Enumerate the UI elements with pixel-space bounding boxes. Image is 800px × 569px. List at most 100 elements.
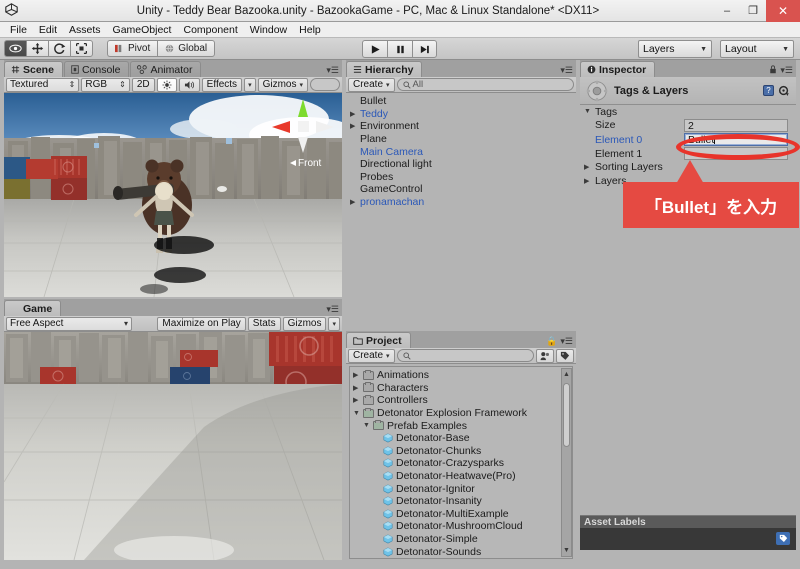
project-item-detonator-chunks[interactable]: Detonator-Chunks [350,445,572,458]
scene-gizmos-dropdown[interactable]: Gizmos ▾ [257,77,308,92]
hierarchy-item-pronamachan[interactable]: ▶ pronamachan [346,196,576,209]
scene-tab-menu[interactable]: ▾☰ [326,66,339,75]
tags-size-input[interactable]: 2 [684,118,788,132]
layout-dropdown[interactable]: Layout ▼ [720,40,794,58]
aspect-dropdown[interactable]: Free Aspect ▾ [6,316,132,331]
hierarchy-item-main-camera[interactable]: ▶Main Camera [346,145,576,158]
hamburger-icon[interactable]: ▾☰ [780,65,793,75]
draw-mode-dropdown[interactable]: Textured ⇕ [6,77,80,92]
menu-item-help[interactable]: Help [293,22,327,38]
project-tab-menu[interactable]: 🔒 ▾☰ [546,337,573,346]
project-tree[interactable]: ▶ Animations ▶ Characters ▶ Controllers ▼ De… [349,366,573,559]
menu-item-edit[interactable]: Edit [33,22,63,38]
inspector-section-tags[interactable]: ▼ Tags [580,105,796,119]
menu-item-component[interactable]: Component [177,22,243,38]
hierarchy-search-input[interactable]: All [396,78,574,91]
inspector-tab-menu[interactable]: ▾☰ [769,65,793,75]
play-button[interactable] [362,40,387,58]
hamburger-icon[interactable]: ▾☰ [326,66,339,75]
scroll-up-icon[interactable]: ▲ [562,369,571,380]
close-button[interactable]: ✕ [766,0,800,22]
game-gizmos-arrow[interactable]: ▾ [328,316,340,331]
tab-animator[interactable]: Animator [130,61,202,77]
project-item-prefab-examples[interactable]: ▼ Prefab Examples [350,419,572,432]
twisty-icon[interactable]: ▶ [353,396,363,404]
hierarchy-item-probes[interactable]: ▶Probes [346,171,576,184]
move-tool-button[interactable] [26,40,48,57]
hierarchy-item-gamecontrol[interactable]: ▶GameControl [346,183,576,196]
step-button[interactable] [412,40,437,58]
hamburger-icon[interactable]: ▾☰ [560,337,573,346]
hierarchy-item-environment[interactable]: ▶ Environment [346,120,576,133]
help-button[interactable]: ? [763,85,774,96]
scene-effects-arrow[interactable]: ▾ [244,77,256,92]
project-label-button[interactable] [556,348,574,363]
menu-item-gameobject[interactable]: GameObject [107,22,178,38]
layers-dropdown[interactable]: Layers ▼ [638,40,712,58]
tab-inspector[interactable]: Inspector [580,61,656,77]
stats-button[interactable]: Stats [247,316,281,331]
hand-tool-button[interactable] [4,40,26,57]
project-search-input[interactable] [396,349,534,362]
twisty-icon[interactable]: ▶ [353,384,363,392]
project-item-detonator-multiexample[interactable]: Detonator-MultiExample [350,508,572,521]
twisty-down-icon[interactable]: ▼ [353,410,363,417]
hierarchy-item-teddy[interactable]: ▶ Teddy [346,108,576,121]
twisty-down-icon[interactable]: ▼ [584,108,595,115]
rotate-tool-button[interactable] [48,40,70,57]
menu-item-file[interactable]: File [4,22,33,38]
project-item-detonator-ignitor[interactable]: Detonator-Ignitor [350,482,572,495]
twisty-icon[interactable]: ▶ [584,163,595,171]
menu-item-assets[interactable]: Assets [63,22,107,38]
hamburger-icon[interactable]: ▾☰ [560,66,573,75]
project-item-detonator-mushroomcloud[interactable]: Detonator-MushroomCloud [350,520,572,533]
hierarchy-create-button[interactable]: Create ▾ [348,77,395,92]
scene-2d-toggle[interactable]: 2D [131,77,155,92]
gear-icon[interactable]: ▾ [778,85,790,97]
project-item-animations[interactable]: ▶ Animations [350,369,572,382]
global-button[interactable]: Global [157,40,216,57]
scale-tool-button[interactable] [70,40,93,57]
twisty-icon[interactable]: ▶ [584,177,595,185]
color-mode-dropdown[interactable]: RGB ⇕ [81,77,130,92]
project-item-characters[interactable]: ▶ Characters [350,382,572,395]
project-item-detonator-heatwave-pro[interactable]: Detonator-Heatwave(Pro) [350,470,572,483]
scene-search-input[interactable] [310,78,340,91]
project-scroll-thumb[interactable] [563,383,570,447]
tab-console[interactable]: Console [63,61,130,77]
hamburger-icon[interactable]: ▾☰ [326,305,339,314]
twisty-icon[interactable]: ▶ [350,198,360,206]
hierarchy-item-plane[interactable]: ▶Plane [346,133,576,146]
game-viewport[interactable] [4,332,342,565]
scene-effects-dropdown[interactable]: Effects [201,77,243,92]
project-item-controllers[interactable]: ▶ Controllers [350,394,572,407]
game-gizmos-dropdown[interactable]: Gizmos [282,316,327,331]
game-tab-menu[interactable]: ▾☰ [326,305,339,314]
project-item-detonator-base[interactable]: Detonator-Base [350,432,572,445]
hierarchy-item-directional-light[interactable]: ▶Directional light [346,158,576,171]
menu-item-window[interactable]: Window [244,22,293,38]
twisty-icon[interactable]: ▶ [350,122,360,130]
asset-labels-body[interactable] [580,528,796,550]
hierarchy-item-bullet[interactable]: ▶Bullet [346,95,576,108]
hierarchy-tree[interactable]: ▶Bullet ▶Teddy ▶Environment ▶Plane ▶Main… [346,93,576,332]
pivot-button[interactable]: Pivot [107,40,158,57]
twisty-icon[interactable]: ▶ [353,371,363,379]
project-item-detonator-crazysparks[interactable]: Detonator-Crazysparks [350,457,572,470]
lock-icon[interactable]: 🔒 [546,337,557,346]
scene-orientation-gizmo[interactable]: Front [270,97,336,167]
project-item-detonator-sounds[interactable]: Detonator-Sounds [350,545,572,558]
asset-label-tag-button[interactable] [776,532,790,545]
project-scrollbar[interactable]: ▲ ▼ [561,368,572,557]
project-item-partial[interactable] [350,558,572,559]
project-item-detonator-explosion-framework[interactable]: ▼ Detonator Explosion Framework [350,407,572,420]
project-create-button[interactable]: Create ▾ [348,348,395,363]
twisty-icon[interactable]: ▶ [350,110,360,118]
maximize-on-play-button[interactable]: Maximize on Play [157,316,246,331]
tab-scene[interactable]: Scene [4,61,63,77]
tab-project[interactable]: Project [346,332,411,348]
hierarchy-tab-menu[interactable]: ▾☰ [560,66,573,75]
scene-audio-toggle[interactable] [178,77,200,92]
project-item-detonator-simple[interactable]: Detonator-Simple [350,533,572,546]
project-item-detonator-insanity[interactable]: Detonator-Insanity [350,495,572,508]
